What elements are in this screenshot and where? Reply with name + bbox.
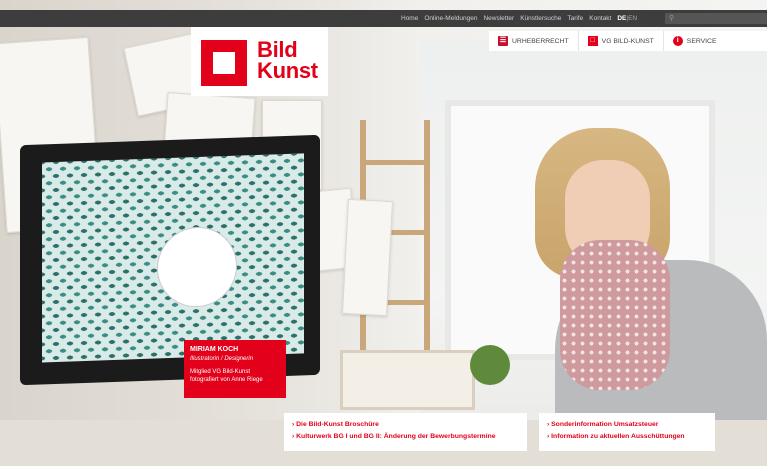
- monitor-screen: [42, 153, 304, 363]
- search-icon[interactable]: ⚲: [669, 14, 674, 23]
- secondary-nav: ☰ URHEBERRECHT □ VG BILD-KUNST i SERVICE: [489, 31, 767, 51]
- nav-online-meldungen[interactable]: Online-Meldungen: [424, 15, 477, 22]
- link-kulturwerk[interactable]: › Kulturwerk BG I und BG II: Änderung de…: [292, 432, 519, 441]
- top-bar: Home Online-Meldungen Newsletter Künstle…: [0, 10, 767, 27]
- link-umsatzsteuer[interactable]: › Sonderinformation Umsatzsteuer: [547, 420, 707, 429]
- nav-kuenstlersuche[interactable]: Künstlersuche: [520, 15, 561, 22]
- caption-name: MIRIAM KOCH: [190, 346, 239, 353]
- person-scarf: [560, 240, 670, 390]
- logo-mark: [201, 40, 247, 86]
- book-icon: ☰: [498, 36, 508, 46]
- subnav-label: VG BILD-KUNST: [601, 37, 654, 45]
- logo-text: Bild Kunst: [257, 37, 318, 83]
- potted-plant: [470, 345, 510, 385]
- subnav-label: SERVICE: [686, 37, 717, 45]
- logo-square-icon: □: [587, 36, 598, 46]
- logo-line-2: Kunst: [257, 58, 318, 83]
- nav-home[interactable]: Home: [401, 15, 418, 22]
- artist-caption: MIRIAM KOCH Illustratorin / Designerin M…: [184, 340, 286, 398]
- caption-member: Mitglied VG Bild-Kunst: [190, 369, 251, 375]
- subnav-vg-bild-kunst[interactable]: □ VG BILD-KUNST: [577, 31, 663, 51]
- caption-photo-credit: fotografiert von Anne Riege: [190, 377, 263, 383]
- bild-kunst-logo[interactable]: Bild Kunst: [191, 27, 328, 96]
- info-icon: i: [672, 36, 683, 46]
- hero-photo: [0, 0, 767, 466]
- subnav-label: URHEBERRECHT: [512, 37, 569, 45]
- nav-newsletter[interactable]: Newsletter: [483, 15, 514, 22]
- top-nav: Home Online-Meldungen Newsletter Künstle…: [401, 10, 637, 27]
- framed-picture: [340, 350, 475, 410]
- subnav-service[interactable]: i SERVICE: [662, 31, 726, 51]
- search-input[interactable]: ⚲: [665, 13, 767, 24]
- news-links-left: › Die Bild-Kunst Broschüre › Kulturwerk …: [284, 413, 527, 451]
- language-switch: DE|EN: [617, 15, 637, 22]
- caption-role: Illustratorin / Designerin: [190, 356, 254, 362]
- screen-illustration: [157, 225, 237, 309]
- subnav-urheberrecht[interactable]: ☰ URHEBERRECHT: [489, 31, 578, 51]
- news-links-right: › Sonderinformation Umsatzsteuer › Infor…: [539, 413, 715, 451]
- lang-en[interactable]: EN: [628, 15, 637, 22]
- link-ausschuettungen[interactable]: › Information zu aktuellen Ausschüttunge…: [547, 432, 707, 441]
- link-broschuere[interactable]: › Die Bild-Kunst Broschüre: [292, 420, 519, 429]
- nav-tarife[interactable]: Tarife: [567, 15, 583, 22]
- logo-line-1: Bild: [257, 37, 298, 62]
- nav-kontakt[interactable]: Kontakt: [589, 15, 611, 22]
- pinned-drawing: [342, 198, 393, 317]
